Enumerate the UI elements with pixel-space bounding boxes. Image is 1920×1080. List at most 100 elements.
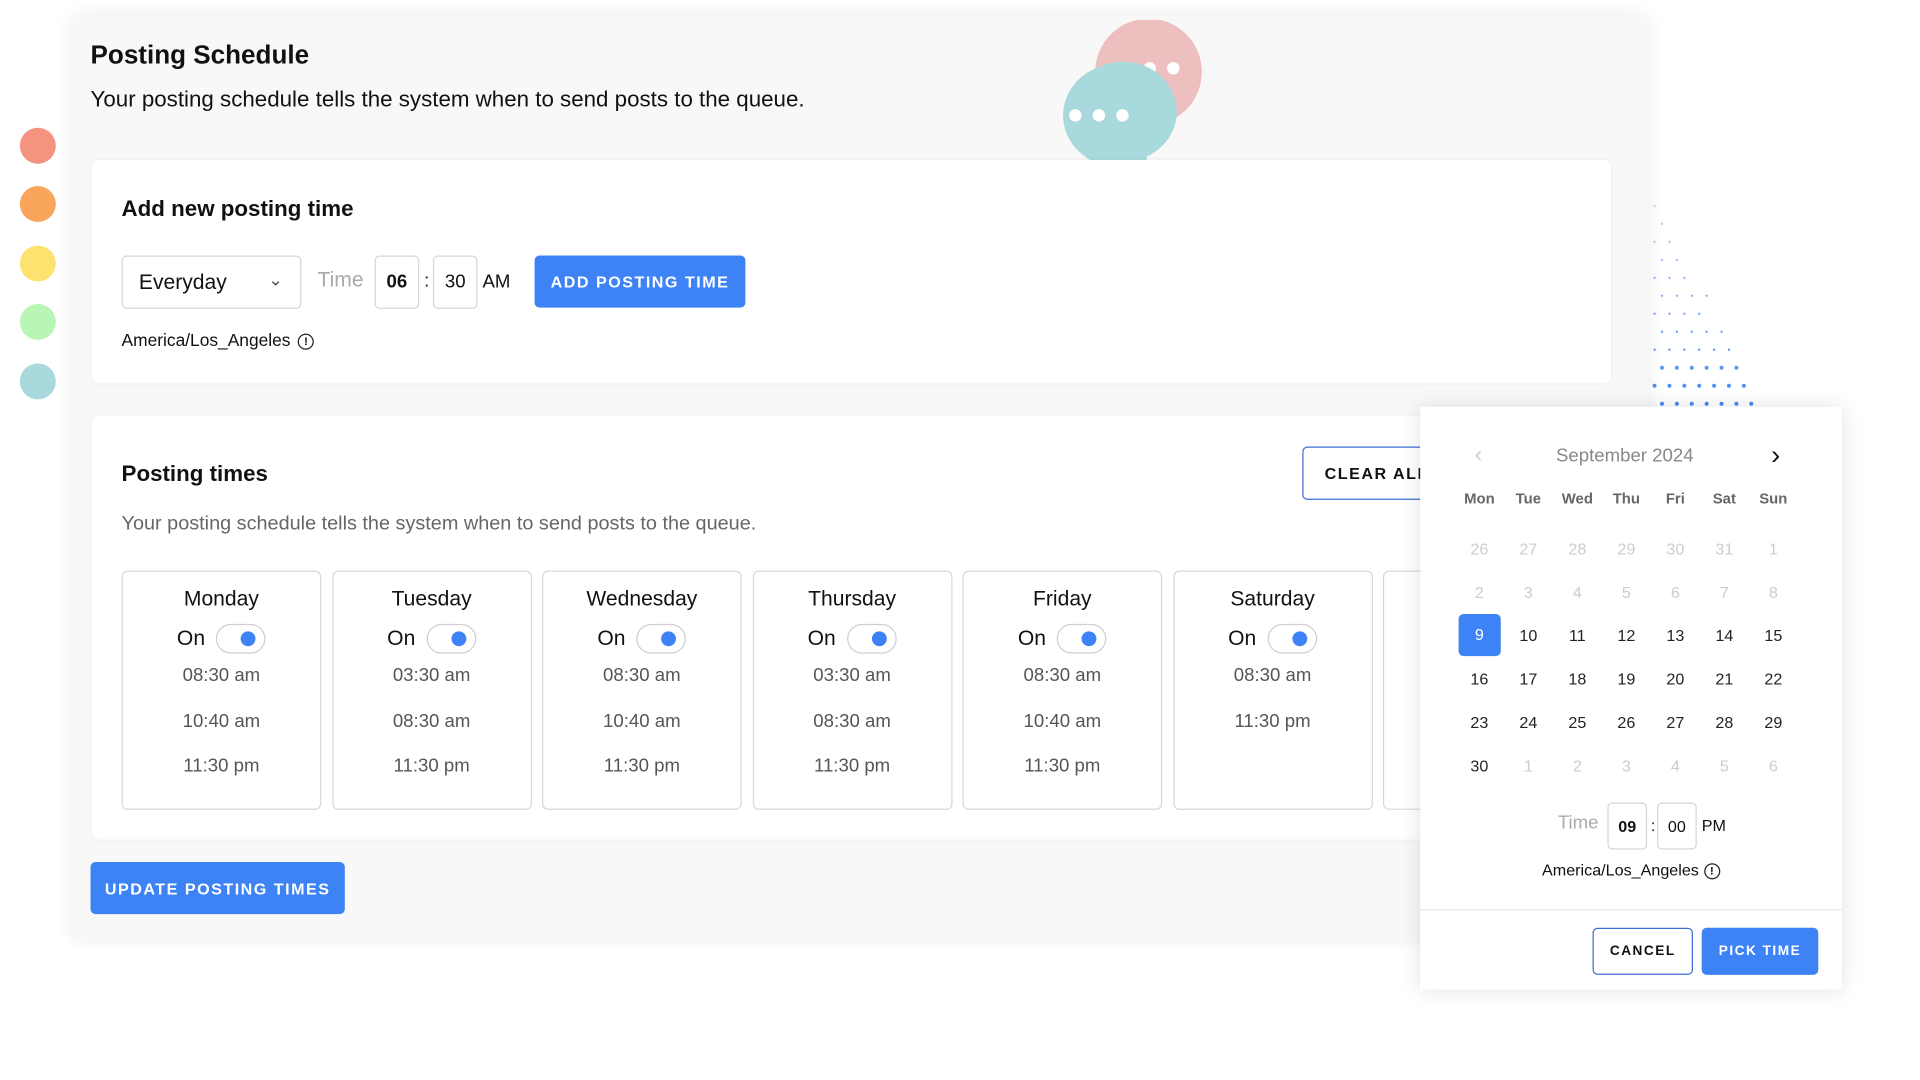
page-title: Posting Schedule bbox=[90, 40, 310, 70]
picker-meridiem-toggle[interactable]: PM bbox=[1702, 816, 1726, 835]
calendar-day[interactable]: 27 bbox=[1651, 701, 1700, 744]
calendar-day[interactable]: 4 bbox=[1553, 571, 1602, 614]
calendar-day[interactable]: 25 bbox=[1553, 701, 1602, 744]
calendar-day[interactable]: 18 bbox=[1553, 657, 1602, 700]
picker-minute-input[interactable]: 00 bbox=[1657, 802, 1697, 850]
pattern-dot bbox=[1668, 276, 1671, 280]
frequency-select[interactable]: Everyday ⌄ bbox=[121, 255, 302, 309]
picker-time-separator: : bbox=[1650, 816, 1656, 835]
calendar-day[interactable]: 28 bbox=[1553, 527, 1602, 570]
update-posting-times-button[interactable]: UPDATE POSTING TIMES bbox=[90, 862, 345, 915]
meridiem-toggle[interactable]: AM bbox=[482, 272, 510, 293]
posting-time[interactable]: 08:30 am bbox=[753, 699, 950, 744]
calendar-day[interactable]: 3 bbox=[1504, 571, 1553, 614]
calendar-day[interactable]: 30 bbox=[1651, 527, 1700, 570]
pattern-dot bbox=[1690, 294, 1694, 298]
calendar-day[interactable]: 1 bbox=[1504, 744, 1553, 787]
calendar-day[interactable]: 23 bbox=[1455, 701, 1504, 744]
posting-times-description: Your posting schedule tells the system w… bbox=[121, 513, 757, 535]
posting-time[interactable]: 11:30 pm bbox=[543, 744, 740, 789]
calendar-grid: Mon Tue Wed Thu Fri Sat Sun 26 27 28 29 30 31 1 2 3 4 5 6 7… bbox=[1455, 489, 1798, 788]
calendar-day[interactable]: 19 bbox=[1602, 657, 1651, 700]
info-icon[interactable]: ! bbox=[1703, 863, 1720, 880]
calendar-day[interactable]: 12 bbox=[1602, 614, 1651, 657]
day-toggle[interactable] bbox=[1057, 623, 1107, 654]
posting-time[interactable]: 08:30 am bbox=[964, 654, 1161, 699]
picker-hour-input[interactable]: 09 bbox=[1607, 802, 1648, 850]
hour-input[interactable]: 06 bbox=[374, 255, 420, 309]
calendar-day[interactable]: 4 bbox=[1651, 744, 1700, 787]
calendar-day[interactable]: 2 bbox=[1455, 571, 1504, 614]
cancel-button[interactable]: CANCEL bbox=[1592, 927, 1694, 975]
calendar-day[interactable]: 29 bbox=[1749, 701, 1798, 744]
day-toggle[interactable] bbox=[426, 623, 477, 654]
info-icon[interactable]: ! bbox=[297, 333, 315, 350]
calendar-day[interactable]: 7 bbox=[1700, 571, 1749, 614]
next-month-icon[interactable]: › bbox=[1771, 439, 1780, 471]
selected-day[interactable]: 9 bbox=[1458, 613, 1501, 657]
calendar-day[interactable]: 15 bbox=[1749, 614, 1798, 657]
calendar-day[interactable]: 20 bbox=[1651, 657, 1700, 700]
day-toggle[interactable] bbox=[636, 623, 687, 654]
day-toggle[interactable] bbox=[216, 623, 266, 654]
calendar-day[interactable]: 31 bbox=[1700, 527, 1749, 570]
posting-time[interactable]: 03:30 am bbox=[333, 654, 530, 699]
posting-time[interactable]: 11:30 pm bbox=[123, 744, 320, 789]
pattern-dot bbox=[1660, 330, 1664, 334]
calendar-day[interactable]: 16 bbox=[1455, 657, 1504, 700]
calendar-day[interactable]: 27 bbox=[1504, 527, 1553, 570]
calendar-day[interactable]: 5 bbox=[1700, 744, 1749, 787]
calendar-day[interactable]: 2 bbox=[1553, 744, 1602, 787]
day-card-tuesday: Tuesday On 03:30 am 08:30 am 11:30 pm bbox=[331, 570, 532, 810]
posting-time[interactable]: 08:30 am bbox=[123, 654, 320, 699]
divider bbox=[1420, 909, 1842, 911]
posting-times-title: Posting times bbox=[121, 461, 268, 487]
calendar-day[interactable]: 13 bbox=[1651, 614, 1700, 657]
posting-time[interactable]: 03:30 am bbox=[753, 654, 950, 699]
posting-time[interactable]: 10:40 am bbox=[123, 699, 320, 744]
add-posting-time-button[interactable]: ADD POSTING TIME bbox=[534, 255, 746, 308]
timezone-label: America/Los_Angeles bbox=[121, 329, 291, 350]
calendar-day[interactable]: 21 bbox=[1700, 657, 1749, 700]
calendar-day[interactable]: 26 bbox=[1455, 527, 1504, 570]
posting-time[interactable]: 08:30 am bbox=[333, 699, 530, 744]
calendar-day[interactable]: 26 bbox=[1602, 701, 1651, 744]
calendar-day[interactable]: 10 bbox=[1504, 614, 1553, 657]
calendar-day[interactable]: 24 bbox=[1504, 701, 1553, 744]
picker-timezone-label: America/Los_Angeles bbox=[1542, 860, 1699, 880]
calendar-day[interactable]: 3 bbox=[1602, 744, 1651, 787]
calendar-day[interactable]: 1 bbox=[1749, 527, 1798, 570]
calendar-day[interactable]: 8 bbox=[1749, 571, 1798, 614]
chevron-down-icon: ⌄ bbox=[268, 269, 283, 289]
minute-input[interactable]: 30 bbox=[432, 255, 478, 309]
calendar-day[interactable]: 6 bbox=[1651, 571, 1700, 614]
calendar-day[interactable]: 30 bbox=[1455, 744, 1504, 787]
pattern-dot bbox=[1749, 401, 1754, 406]
pattern-dot bbox=[1727, 348, 1731, 352]
day-toggle[interactable] bbox=[846, 623, 897, 654]
calendar-day[interactable]: 5 bbox=[1602, 571, 1651, 614]
calendar-day[interactable]: 9 bbox=[1455, 613, 1504, 657]
pick-time-button[interactable]: PICK TIME bbox=[1701, 927, 1819, 975]
calendar-day[interactable]: 6 bbox=[1749, 744, 1798, 787]
calendar-day[interactable]: 14 bbox=[1700, 614, 1749, 657]
posting-time[interactable]: 08:30 am bbox=[543, 654, 740, 699]
calendar-day[interactable]: 17 bbox=[1504, 657, 1553, 700]
day-name: Friday bbox=[1033, 586, 1092, 611]
posting-time[interactable]: 11:30 pm bbox=[753, 744, 950, 789]
calendar-day[interactable]: 22 bbox=[1749, 657, 1798, 700]
day-name: Monday bbox=[183, 586, 259, 611]
pattern-dot bbox=[1660, 365, 1664, 370]
posting-time[interactable]: 11:30 pm bbox=[964, 744, 1161, 789]
weekday-header: Mon bbox=[1464, 489, 1495, 508]
calendar-day[interactable]: 28 bbox=[1700, 701, 1749, 744]
posting-time[interactable]: 11:30 pm bbox=[333, 744, 530, 789]
posting-time[interactable]: 10:40 am bbox=[964, 699, 1161, 744]
posting-time[interactable]: 11:30 pm bbox=[1174, 699, 1371, 744]
calendar-day[interactable]: 11 bbox=[1553, 614, 1602, 657]
posting-time[interactable]: 10:40 am bbox=[543, 699, 740, 744]
day-toggle[interactable] bbox=[1267, 623, 1318, 654]
calendar-day[interactable]: 29 bbox=[1602, 527, 1651, 570]
decor-dot-orange bbox=[19, 186, 56, 223]
posting-time[interactable]: 08:30 am bbox=[1174, 654, 1371, 699]
